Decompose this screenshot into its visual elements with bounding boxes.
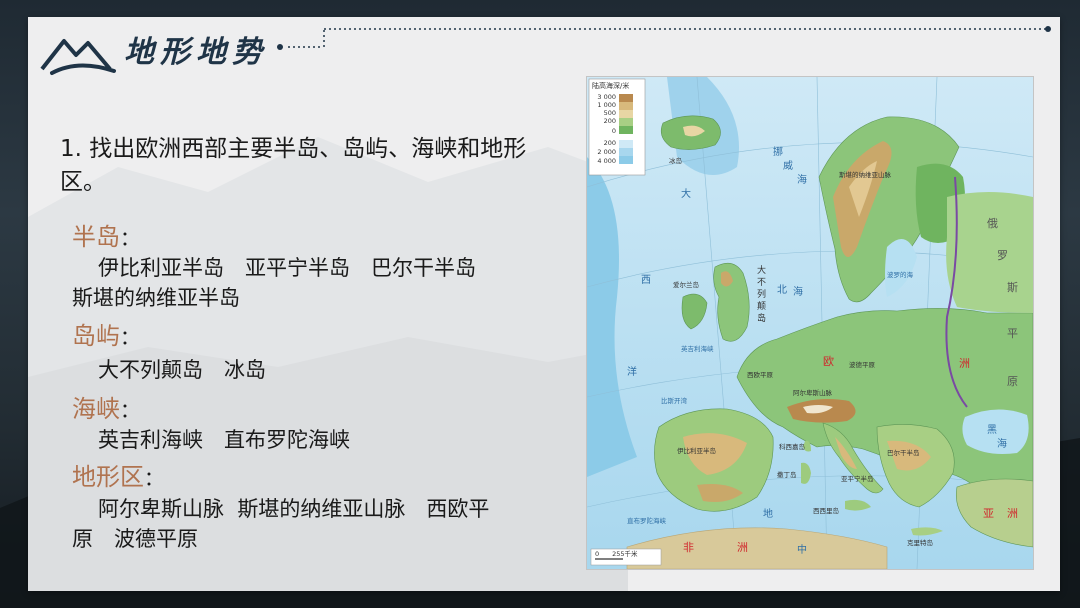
category-colon: ： <box>144 466 164 490</box>
map-label: 非 <box>683 541 694 554</box>
category-colon: ： <box>120 325 140 349</box>
map-label: 平 <box>1007 327 1018 340</box>
map-label: 岛 <box>757 312 766 324</box>
legend-level: 1 000 <box>597 101 616 109</box>
category-island: 岛屿： <box>72 321 140 352</box>
legend-level: 2 000 <box>597 148 616 156</box>
map-label: 俄 <box>987 217 998 230</box>
map-label: 洋 <box>627 365 637 378</box>
map-label: 不 <box>757 277 766 288</box>
map-label: 巴尔干半岛 <box>887 448 920 457</box>
map-label: 英吉利海峡 <box>681 344 714 353</box>
map-label: 原 <box>1007 375 1018 388</box>
legend-level: 500 <box>604 109 616 117</box>
map-label: 大 <box>681 187 691 200</box>
legend-level: 200 <box>604 139 616 147</box>
map-label: 比斯开湾 <box>661 396 688 405</box>
map-label: 亚 <box>983 507 994 520</box>
legend-title: 陆高海深/米 <box>592 81 629 90</box>
map-label: 冰岛 <box>669 156 682 165</box>
map-label: 海 <box>797 173 807 186</box>
category-label: 半岛 <box>72 223 120 251</box>
map-label: 列 <box>757 288 766 300</box>
elevation-legend: 陆高海深/米 3 000 1 000 500 200 0 200 2 000 4… <box>588 78 646 176</box>
map-label: 西西里岛 <box>813 506 839 515</box>
map-label: 罗 <box>997 249 1008 262</box>
category-label: 岛屿 <box>72 322 120 350</box>
peninsula-line-1: 伊比利亚半岛 亚平宁半岛 巴尔干半岛 <box>98 256 476 280</box>
map-label: 直布罗陀海峡 <box>627 516 667 525</box>
map-label: 欧 <box>823 355 834 368</box>
map-label: 克里特岛 <box>907 538 933 547</box>
category-strait: 海峡： <box>72 394 140 425</box>
category-label: 海峡 <box>72 395 120 423</box>
map-label: 波罗的海 <box>887 270 914 279</box>
legend-level: 0 <box>612 127 616 135</box>
map-label: 斯堪的纳维亚山脉 <box>839 170 892 179</box>
map-label: 亚平宁半岛 <box>841 474 874 483</box>
peninsula-line-2: 斯堪的纳维亚半岛 <box>72 286 240 310</box>
map-label: 撒丁岛 <box>777 470 797 479</box>
map-scale-bar: 0 255千米 <box>590 548 662 566</box>
section-title: 地形地势 <box>124 35 268 70</box>
map-label: 黑 <box>987 424 997 436</box>
island-line-1: 大不列颠岛 冰岛 <box>98 358 266 382</box>
legend-level: 4 000 <box>597 157 616 165</box>
map-label: 洲 <box>737 541 748 554</box>
map-label: 伊比利亚半岛 <box>677 446 716 455</box>
map-svg: 陆高海深/米 3 000 1 000 500 200 0 200 2 000 4… <box>587 77 1033 569</box>
landform-line-2: 原 波德平原 <box>72 527 198 551</box>
category-colon: ： <box>120 398 140 422</box>
map-label: 海 <box>997 437 1007 450</box>
category-peninsula: 半岛： <box>72 222 140 253</box>
map-label: 北 <box>777 284 787 296</box>
map-label: 斯 <box>1007 281 1018 294</box>
map-label: 爱尔兰岛 <box>673 280 699 289</box>
legend-level: 200 <box>604 117 616 125</box>
europe-relief-map: 陆高海深/米 3 000 1 000 500 200 0 200 2 000 4… <box>586 76 1034 570</box>
question-text: 1. 找出欧洲西部主要半岛、岛屿、海峡和地形区。 <box>60 136 527 195</box>
map-label: 西 <box>641 275 651 286</box>
map-label: 波德平原 <box>849 360 876 369</box>
strait-line-1: 英吉利海峡 直布罗陀海峡 <box>98 428 350 452</box>
map-label: 地 <box>763 507 773 520</box>
map-label: 洲 <box>959 357 970 370</box>
mountain-logo-icon <box>40 39 116 75</box>
map-label: 洲 <box>1007 507 1018 520</box>
map-label: 海 <box>793 285 803 298</box>
map-label: 威 <box>783 159 793 172</box>
map-label: 西欧平原 <box>747 370 774 379</box>
slide-card: 地形地势 1. 找出欧洲西部主要半岛、岛屿、海峡和地形区。 半岛： 伊比利亚半岛… <box>28 17 1060 591</box>
map-label: 中 <box>797 543 807 556</box>
category-colon: ： <box>120 226 140 250</box>
map-label: 挪 <box>773 145 783 158</box>
legend-level: 3 000 <box>597 93 616 101</box>
category-label: 地形区 <box>72 463 144 491</box>
scale-text: 0 255千米 <box>595 549 638 558</box>
map-label: 大 <box>757 264 766 276</box>
map-label: 颠 <box>757 300 766 312</box>
map-label: 科西嘉岛 <box>779 442 805 451</box>
map-label: 阿尔卑斯山脉 <box>793 388 833 397</box>
landform-line-1: 阿尔卑斯山脉 斯堪的纳维亚山脉 西欧平 <box>98 497 490 521</box>
category-landform: 地形区： <box>72 462 164 493</box>
title-decoration-line <box>277 26 1051 50</box>
